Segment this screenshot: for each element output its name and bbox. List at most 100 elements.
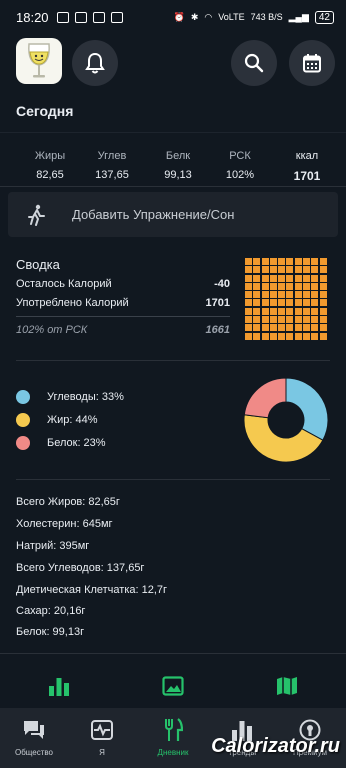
calorie-grid-cell — [303, 274, 311, 282]
signal-icon: ▂▄▆ — [288, 11, 309, 22]
app-logo[interactable] — [16, 38, 62, 84]
rdi-value: 1661 — [205, 324, 230, 336]
fork-knife-icon — [165, 718, 183, 741]
calorie-grid-cell — [269, 266, 277, 274]
consumed-calories-value: 1701 — [205, 297, 230, 309]
macros-summary[interactable]: Жиры 82,65 Углев 137,65 Белк 99,13 РСК 1… — [0, 132, 346, 187]
image-icon[interactable] — [162, 676, 184, 696]
calorie-grid-cell — [245, 307, 252, 315]
fat-dot-icon — [16, 413, 30, 427]
calorie-grid-cell — [278, 266, 286, 274]
calorie-grid-cell — [319, 291, 327, 299]
calorie-grid-cell — [278, 258, 286, 265]
tab-diary[interactable]: Дневник — [143, 718, 203, 757]
calorie-grid-cell — [278, 324, 286, 332]
calorie-grid-cell — [269, 291, 277, 299]
calorie-grid-cell — [269, 258, 277, 265]
macro-value: 99,13 — [164, 169, 192, 181]
macro-fat: Жиры 82,65 — [15, 150, 85, 181]
wifi-icon: ◠ — [204, 11, 213, 22]
calorie-grid-cell — [278, 282, 286, 290]
calorie-grid-cell — [253, 274, 261, 282]
summary-title: Сводка — [16, 257, 60, 272]
nutrient-row: Сахар: 20,16г — [16, 605, 86, 617]
macro-carbs: Углев 137,65 — [77, 150, 147, 181]
heart-monitor-icon — [91, 720, 113, 740]
calorie-grid-cell — [311, 307, 319, 315]
bar-chart-icon[interactable] — [48, 676, 70, 696]
macro-donut-chart[interactable] — [244, 378, 328, 462]
calorie-grid-cell — [269, 299, 277, 307]
calorie-grid-cell — [261, 316, 269, 324]
calorie-grid-cell — [278, 274, 286, 282]
calorie-grid-cell — [303, 316, 311, 324]
calorie-grid-cell — [311, 282, 319, 290]
legend-carbs: Углеводы: 33% — [16, 390, 124, 404]
macro-kcal: ккал 1701 — [272, 150, 342, 183]
calorie-grid-cell — [319, 324, 327, 332]
macro-value: 1701 — [293, 169, 321, 183]
calorie-grid-cell — [303, 291, 311, 299]
tab-label: Общество — [14, 748, 54, 757]
calorie-grid-cell — [269, 274, 277, 282]
nutrient-row: Диетическая Клетчатка: 12,7г — [16, 584, 168, 596]
calorie-grid-cell — [261, 307, 269, 315]
section-divider — [0, 653, 346, 654]
calorie-grid-cell — [286, 266, 294, 274]
donut-slice-carbs — [285, 378, 328, 441]
calorie-grid-cell — [319, 266, 327, 274]
add-exercise-button[interactable]: Добавить Упражнение/Сон — [8, 192, 338, 237]
calorie-grid-cell — [319, 299, 327, 307]
calorie-grid-cell — [286, 332, 294, 340]
app-bar — [0, 38, 346, 88]
calorie-grid-cell — [303, 332, 311, 340]
app-notification-icon — [74, 11, 87, 23]
calorie-grid-cell — [286, 258, 294, 265]
tab-me[interactable]: Я — [72, 718, 132, 757]
macro-value: 82,65 — [36, 169, 64, 181]
status-time: 18:20 — [16, 9, 49, 25]
rdi-label: 102% от РСК — [16, 324, 88, 336]
calorie-grid-cell — [269, 332, 277, 340]
system-icons: ⏰ ✱ ◠ VoLTE 743 B/S ▂▄▆ 42 — [174, 10, 334, 24]
calorie-grid-cell — [294, 274, 302, 282]
calorie-grid-cell — [261, 274, 269, 282]
calorie-grid-cell — [253, 258, 261, 265]
calorie-grid-cell — [294, 266, 302, 274]
calendar-button[interactable] — [289, 40, 335, 86]
calorie-grid-cell — [253, 307, 261, 315]
network-speed: 743 B/S — [250, 12, 283, 22]
calorie-grid-cell — [294, 332, 302, 340]
calorie-grid-cell — [311, 332, 319, 340]
search-icon — [244, 53, 264, 73]
calorie-grid-cell — [286, 274, 294, 282]
calorie-grid-cell — [245, 332, 252, 340]
calorie-grid-cell — [311, 316, 319, 324]
calorie-grid-cell — [245, 266, 252, 274]
legend-fat: Жир: 44% — [16, 413, 98, 427]
bluetooth-icon: ✱ — [190, 11, 199, 22]
remaining-calories-row: Осталось Калорий -40 — [16, 278, 230, 290]
search-button[interactable] — [231, 40, 277, 86]
remaining-calories-label: Осталось Калорий — [16, 278, 112, 290]
running-person-icon — [28, 204, 45, 226]
calorie-grid-cell — [245, 324, 252, 332]
telegram-notification-icon — [56, 11, 69, 23]
tab-community[interactable]: Общество — [4, 718, 64, 757]
calorie-grid-cell — [261, 291, 269, 299]
calorie-grid-cell — [261, 266, 269, 274]
wb-notification-icon — [110, 11, 123, 23]
calorie-grid-cell — [245, 282, 252, 290]
calorie-grid-cell — [253, 316, 261, 324]
map-icon[interactable] — [276, 676, 298, 696]
calorie-grid-cell — [286, 282, 294, 290]
calorie-grid-cell — [294, 291, 302, 299]
donut-slice-protein — [244, 378, 287, 419]
calorie-grid-cell — [319, 282, 327, 290]
calorie-grid-cell — [245, 299, 252, 307]
calorie-grid-cell — [286, 324, 294, 332]
calorie-grid-cell — [303, 266, 311, 274]
calorie-grid-cell — [245, 316, 252, 324]
notifications-button[interactable] — [72, 40, 118, 86]
calorie-grid-cell — [245, 291, 252, 299]
